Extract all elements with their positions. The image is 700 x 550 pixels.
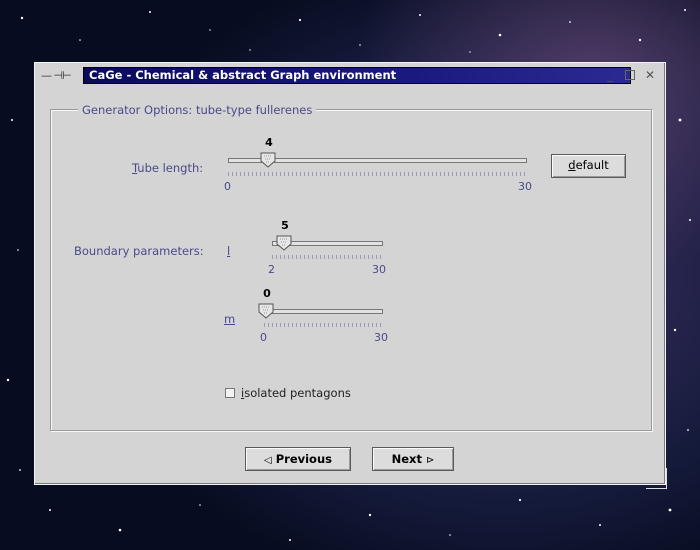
- minimize-icon[interactable]: _: [603, 68, 617, 82]
- window-menu-icon[interactable]: — ⊣⊢: [41, 69, 72, 82]
- l-parameter-value: 5: [281, 219, 289, 232]
- isolated-pentagons-checkbox[interactable]: [225, 388, 235, 398]
- close-icon[interactable]: ✕: [643, 68, 657, 82]
- tube-length-label: Tube length:: [132, 161, 204, 175]
- m-parameter-value: 0: [263, 287, 271, 300]
- boundary-parameters-label: Boundary parameters:: [74, 244, 204, 258]
- previous-arrow-icon: ◁: [264, 455, 272, 466]
- tube-length-max: 30: [518, 180, 532, 193]
- default-button[interactable]: default: [551, 154, 626, 178]
- previous-button-label: Previous: [275, 452, 332, 466]
- cage-generator-window: — ⊣⊢ CaGe - Chemical & abstract Graph en…: [34, 62, 666, 485]
- maximize-icon[interactable]: [623, 68, 637, 82]
- l-parameter-label: l: [227, 244, 231, 258]
- window-title: CaGe - Chemical & abstract Graph environ…: [83, 67, 631, 84]
- m-parameter-max: 30: [374, 331, 388, 344]
- l-parameter-slider-thumb[interactable]: [276, 235, 292, 251]
- next-arrow-icon: ⊳: [425, 455, 435, 466]
- l-parameter-max: 30: [372, 263, 386, 276]
- m-parameter-min: 0: [260, 331, 267, 344]
- tube-length-value: 4: [265, 136, 273, 149]
- m-parameter-label: m: [224, 312, 236, 326]
- window-titlebar[interactable]: — ⊣⊢ CaGe - Chemical & abstract Graph en…: [35, 63, 665, 88]
- isolated-pentagons-label[interactable]: isolated pentagons: [241, 386, 351, 400]
- next-button-label: Next: [391, 452, 422, 466]
- previous-button[interactable]: ◁ Previous: [245, 447, 351, 471]
- l-parameter-min: 2: [268, 263, 275, 276]
- next-button[interactable]: Next ⊳: [372, 447, 454, 471]
- tube-length-slider-thumb[interactable]: [260, 152, 276, 168]
- group-title: Generator Options: tube-type fullerenes: [78, 103, 317, 117]
- window-resize-grip[interactable]: [646, 468, 667, 489]
- tube-length-min: 0: [224, 180, 231, 193]
- m-parameter-slider-thumb[interactable]: [258, 303, 274, 319]
